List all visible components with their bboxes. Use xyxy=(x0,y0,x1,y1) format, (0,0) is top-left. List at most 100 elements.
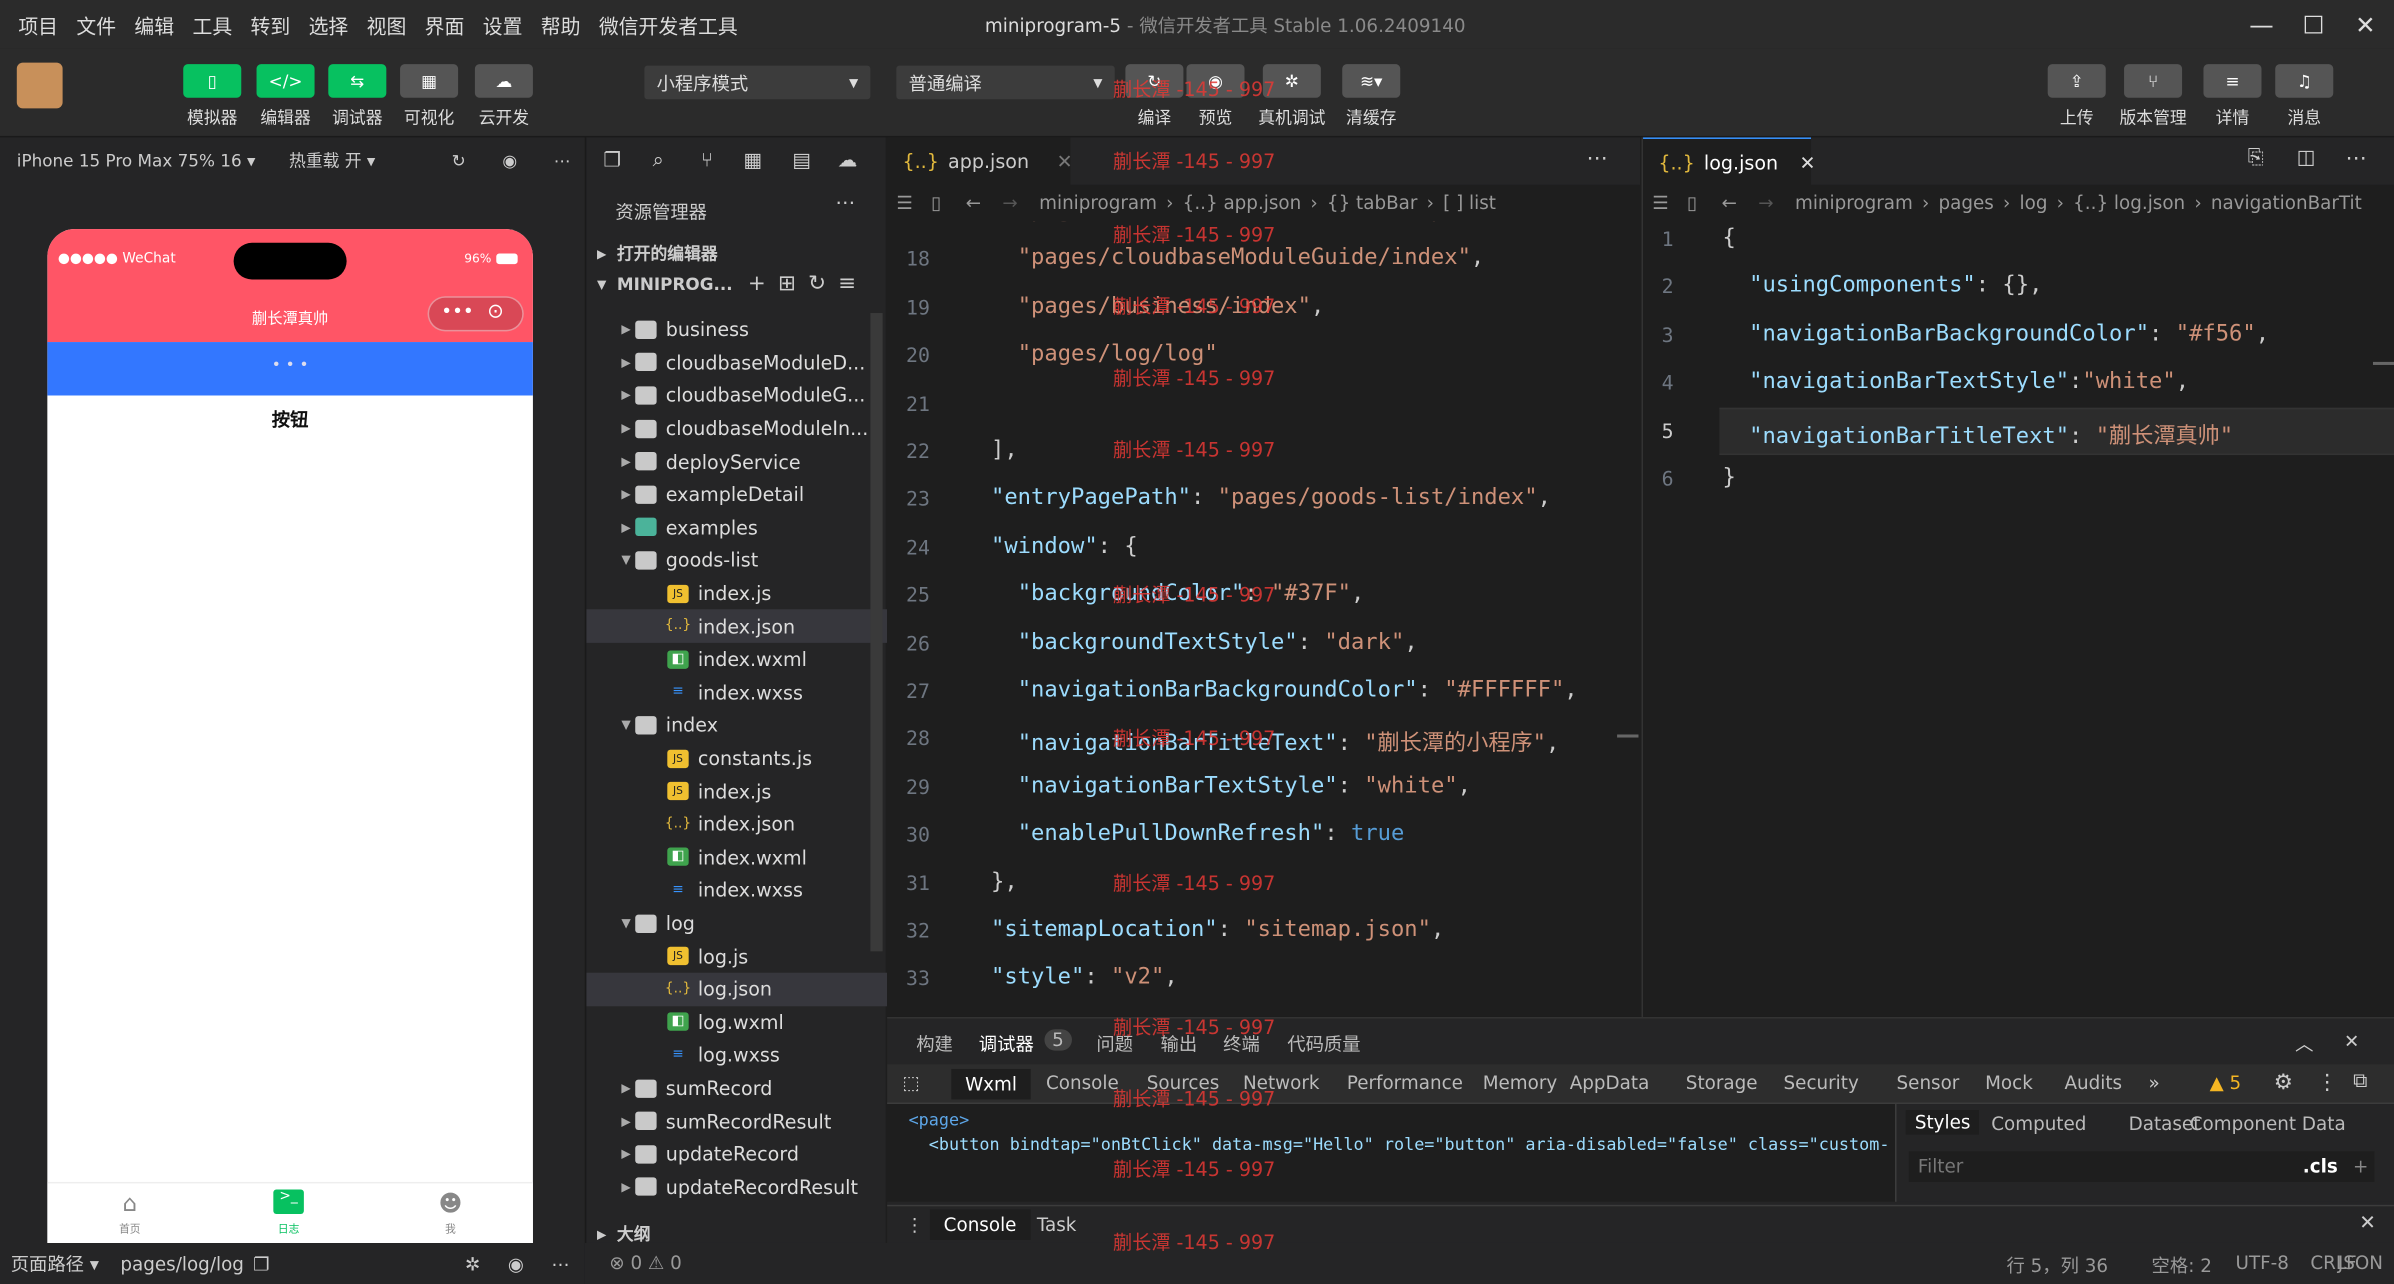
tree-item[interactable]: {..} index.json xyxy=(586,609,888,643)
drawer-tab-task[interactable]: Task xyxy=(1037,1214,1077,1235)
storage-icon[interactable]: ▤ xyxy=(788,150,815,177)
tree-item[interactable]: ▼ goods-list xyxy=(586,544,887,577)
version-button[interactable]: ⑂ 版本管理 xyxy=(2119,64,2187,130)
cloud-icon[interactable]: ☁ xyxy=(834,150,861,177)
code-area[interactable]: 1 {2 "usingComponents": {}, 3 "navigationB… xyxy=(1643,221,2394,679)
forward-icon[interactable]: → xyxy=(1758,192,1773,213)
tree-item[interactable]: ◧ index.wxml xyxy=(586,841,887,874)
menu-item[interactable]: 微信开发者工具 xyxy=(590,10,747,39)
crumb[interactable]: [ ] list xyxy=(1443,192,1496,213)
tree-item[interactable]: {..} log.json xyxy=(586,972,888,1006)
menu-item[interactable]: 选择 xyxy=(299,10,357,39)
upload-button[interactable]: ⇪ 上传 xyxy=(2043,64,2110,130)
tab-log[interactable]: 日志 xyxy=(252,1222,325,1237)
tree-item[interactable]: ▶ exampleDetail xyxy=(586,478,887,511)
tree-item[interactable]: ▶ sumRecordResult xyxy=(586,1105,887,1138)
devtools-tab[interactable]: Memory xyxy=(1483,1072,1558,1093)
drawer-menu-icon[interactable]: ⋮ xyxy=(906,1214,924,1235)
mode-select[interactable]: 小程序模式 ▾ xyxy=(644,65,871,100)
panel-tab[interactable]: 构建 xyxy=(916,1031,953,1057)
crumb[interactable]: {..} log.json xyxy=(2073,192,2185,213)
stop-icon[interactable]: ◉ xyxy=(502,150,517,170)
simulator-button[interactable]: ▯ 模拟器 xyxy=(179,64,246,130)
tab-home[interactable]: 首页 xyxy=(93,1222,166,1237)
crumb[interactable]: {..} app.json xyxy=(1183,192,1302,213)
close-target-icon[interactable]: ⊙ xyxy=(487,301,504,324)
crumb[interactable]: {} tabBar xyxy=(1327,192,1418,213)
menu-item[interactable]: 界面 xyxy=(416,10,474,39)
tree-item[interactable]: ▶ updateRecordResult xyxy=(586,1171,887,1204)
close-icon[interactable]: ✕ xyxy=(2344,1031,2359,1052)
wxml-node[interactable]: <button bindtap="onBtClick" data-msg="He… xyxy=(909,1135,1890,1155)
preview-button[interactable]: ◉ 预览 xyxy=(1182,64,1249,130)
menu-item[interactable]: 视图 xyxy=(357,10,415,39)
devtools-tab[interactable]: Console xyxy=(1046,1072,1119,1093)
tree-item[interactable]: ▼ index xyxy=(586,709,887,742)
forward-icon[interactable]: → xyxy=(1002,192,1017,213)
debugger-button[interactable]: ⇆ 调试器 xyxy=(324,64,391,130)
cls-button[interactable]: .cls xyxy=(2303,1156,2338,1177)
devtools-tab[interactable]: Sources xyxy=(1147,1072,1219,1093)
close-icon[interactable]: ✕ xyxy=(1057,150,1073,173)
editor-button[interactable]: </> 编辑器 xyxy=(252,64,319,130)
files-icon[interactable]: ❐ xyxy=(599,150,626,177)
tree-item[interactable]: ▶ cloudbaseModuleG... xyxy=(586,379,887,412)
language-mode[interactable]: JSON xyxy=(2338,1252,2383,1273)
gear-icon[interactable]: ⚙ xyxy=(2274,1070,2293,1094)
extensions-icon[interactable]: ▦ xyxy=(739,150,766,177)
add-icon[interactable]: + xyxy=(2353,1156,2368,1177)
tree-item[interactable]: ≡ index.wxss xyxy=(586,874,887,907)
compile-button[interactable]: ↻ 编译 xyxy=(1121,64,1188,130)
encoding[interactable]: UTF-8 xyxy=(2236,1252,2289,1273)
tree-item[interactable]: ▶ examples xyxy=(586,511,887,544)
tree-item[interactable]: JS constants.js xyxy=(586,742,887,775)
devtools-tab[interactable]: Wxml xyxy=(951,1068,1031,1100)
devtools-tab[interactable]: Audits xyxy=(2065,1072,2123,1093)
more-dots-icon[interactable]: ••• xyxy=(441,301,473,322)
tab-app-json[interactable]: {..} app.json ✕ xyxy=(887,137,1073,185)
filter-input[interactable]: Filter .cls + xyxy=(1908,1151,2375,1182)
maximize-icon[interactable]: ☐ xyxy=(2294,6,2334,43)
crumb[interactable]: pages xyxy=(1939,192,1994,213)
tree-item[interactable]: JS log.js xyxy=(586,940,887,973)
open-editors-section[interactable]: ▶ 打开的编辑器 xyxy=(586,238,887,269)
dock-icon[interactable]: ⧉ xyxy=(2353,1070,2367,1093)
scrollbar[interactable] xyxy=(870,313,883,952)
menu-item[interactable]: 工具 xyxy=(183,10,241,39)
tree-item[interactable]: ▶ cloudbaseModuleIn... xyxy=(586,412,887,445)
tree-item[interactable]: {..} index.json xyxy=(586,808,887,841)
terminal-icon[interactable]: >_ xyxy=(273,1189,304,1214)
copy-icon[interactable]: ❐ xyxy=(253,1253,269,1274)
menu-item[interactable]: 帮助 xyxy=(532,10,590,39)
device-select[interactable]: iPhone 15 Pro Max 75% 16 ▾ xyxy=(17,150,256,170)
eye-icon[interactable]: ◉ xyxy=(508,1253,524,1274)
cursor-position[interactable]: 行 5，列 36 xyxy=(2006,1252,2108,1278)
bookmark-icon[interactable]: ▯ xyxy=(1687,192,1697,213)
search-icon[interactable]: ⌕ xyxy=(644,150,671,177)
user-icon[interactable]: ☻ xyxy=(435,1190,466,1217)
avatar[interactable] xyxy=(16,62,63,109)
panel-tab[interactable]: 调试器 xyxy=(979,1031,1034,1057)
devtools-tab[interactable]: Sensor xyxy=(1897,1072,1960,1093)
tree-item[interactable]: ▶ business xyxy=(586,313,887,346)
devtools-tab[interactable]: Mock xyxy=(1985,1072,2033,1093)
devtools-tab[interactable]: AppData xyxy=(1570,1072,1650,1093)
more-icon[interactable]: ⋯ xyxy=(2345,147,2366,171)
back-icon[interactable]: ← xyxy=(1722,192,1737,213)
crumb[interactable]: log xyxy=(2020,192,2048,213)
menu-item[interactable]: 项目 xyxy=(9,10,67,39)
minimize-icon[interactable]: — xyxy=(2242,6,2282,43)
crumb[interactable]: miniprogram xyxy=(1795,192,1913,213)
indent-setting[interactable]: 空格: 2 xyxy=(2152,1252,2212,1278)
list-icon[interactable]: ☰ xyxy=(896,192,912,213)
more-icon[interactable]: ⋯ xyxy=(551,1253,569,1274)
menu-item[interactable]: 文件 xyxy=(67,10,125,39)
clear-cache-button[interactable]: ≋▾ 清缓存 xyxy=(1338,64,1405,130)
style-tab[interactable]: Component Data xyxy=(2190,1113,2346,1134)
tree-item[interactable]: ▶ deployService xyxy=(586,445,887,478)
warnings-badge[interactable]: ▲ 5 xyxy=(2210,1072,2242,1093)
tree-item[interactable]: ◧ log.wxml xyxy=(586,1006,887,1039)
menu-item[interactable]: 设置 xyxy=(474,10,532,39)
wxml-node[interactable]: <page> xyxy=(909,1110,970,1130)
more-tabs[interactable]: » xyxy=(2148,1072,2159,1093)
